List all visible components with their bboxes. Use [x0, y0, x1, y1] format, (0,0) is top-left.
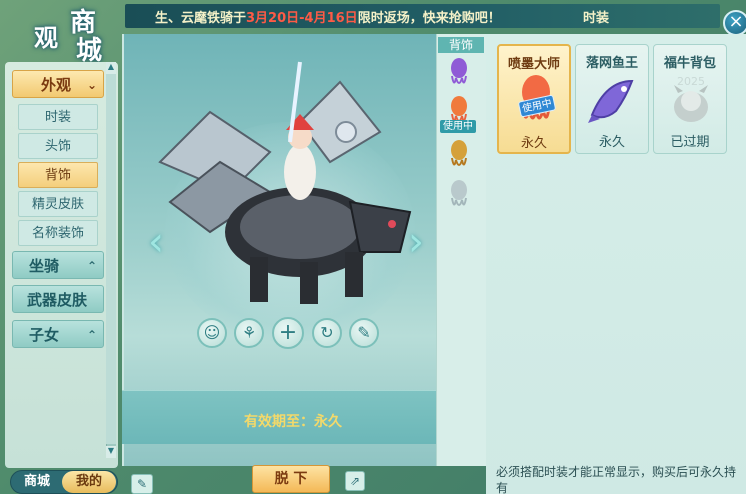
item-duration: 永久: [598, 135, 625, 150]
category-children-label: 子女: [29, 326, 60, 344]
character-icon[interactable]: ☺: [197, 318, 227, 348]
chevron-up-icon: ⌃: [86, 259, 97, 273]
category-children[interactable]: 子女 ⌃: [12, 320, 104, 348]
brush-icon[interactable]: ✎: [349, 318, 379, 348]
chevron-up-icon: ⌃: [86, 328, 97, 342]
close-button[interactable]: ×: [723, 10, 746, 36]
share-icon[interactable]: ⇗: [345, 471, 365, 491]
strip-item-gold-squid-icon[interactable]: [444, 138, 474, 172]
item-name: 落网鱼王: [585, 56, 638, 71]
shop-logo: 商 城 观: [14, 0, 124, 66]
logo-char-guan: 观: [34, 23, 58, 52]
announcement-part1: 生、云麾铁骑于: [155, 11, 247, 26]
category-appearance[interactable]: 外观 ⌄: [12, 70, 104, 98]
announcement-part2: 限时返场，快来抢购吧！: [357, 11, 501, 26]
strip-item-grey-squid-icon[interactable]: [444, 178, 474, 212]
scroll-up-icon[interactable]: ▲: [106, 62, 116, 74]
subcategory-name-decoration[interactable]: 名称装饰: [18, 220, 98, 246]
sidebar-scroll-thumb[interactable]: [106, 74, 116, 444]
category-weapon-skin-label: 武器皮肤: [27, 291, 88, 309]
scroll-down-icon[interactable]: ▼: [106, 446, 116, 458]
edit-icon[interactable]: ✎: [131, 474, 153, 494]
expiry-value: 永久: [314, 414, 342, 430]
expiry-label: 有效期至：: [244, 414, 314, 430]
item-name: 喷墨大师: [507, 57, 560, 72]
pose-icon[interactable]: ⚘: [234, 318, 264, 348]
announcement-bar: 生、云麾铁骑于3月20日-4月16日限时返场，快来抢购吧！ 时装: [125, 4, 720, 28]
ox-backpack-icon: 2025: [674, 75, 708, 122]
tab-shop[interactable]: 商城: [14, 472, 60, 492]
tab-mine[interactable]: 我的: [62, 471, 116, 493]
shop-window: 商 城 观 生、云麾铁骑于3月20日-4月16日限时返场，快来抢购吧！ 时装 ×…: [0, 0, 746, 494]
item-duration: 永久: [520, 136, 547, 151]
category-mount-label: 坐骑: [29, 257, 60, 275]
mount-character-model[interactable]: [150, 52, 420, 322]
item-duration: 已过期: [670, 135, 710, 150]
chevron-left-icon[interactable]: ‹: [148, 218, 170, 268]
item-card-fish-king[interactable]: 落网鱼王 永久: [575, 44, 649, 154]
announcement-date: 3月20日-4月16日: [246, 11, 358, 26]
subcategory-headwear[interactable]: 头饰: [18, 133, 98, 159]
item-name: 福牛背包: [663, 56, 716, 71]
close-icon: ×: [728, 11, 744, 32]
strip-item-squid-icon[interactable]: [444, 56, 474, 90]
usage-note: 必须搭配时装才能正常显示，购买后可永久持有: [496, 465, 737, 494]
chevron-right-icon[interactable]: ›: [408, 218, 430, 268]
rotate-icon[interactable]: ↻: [312, 318, 342, 348]
fish-icon: [588, 79, 634, 123]
item-card-lucky-ox-backpack[interactable]: 福牛背包 2025 已过期: [653, 44, 727, 154]
plus-icon[interactable]: +: [272, 317, 304, 349]
announcement-text: 生、云麾铁骑于3月20日-4月16日限时返场，快来抢购吧！: [155, 7, 501, 26]
item-card-ink-master[interactable]: 喷墨大师 使用中 永久: [497, 44, 571, 154]
in-use-badge: 使用中: [440, 120, 476, 133]
category-appearance-label: 外观: [41, 76, 72, 94]
strip-label: 背饰: [438, 37, 484, 53]
subcategory-spirit-skin[interactable]: 精灵皮肤: [18, 191, 98, 217]
chevron-down-icon: ⌄: [86, 78, 97, 92]
announcement-tail: 时装: [583, 11, 610, 26]
subcategory-fashion[interactable]: 时装: [18, 104, 98, 130]
subcategory-backwear[interactable]: 背饰: [18, 162, 98, 188]
category-mount[interactable]: 坐骑 ⌃: [12, 251, 104, 279]
year-mark: 2025: [677, 75, 705, 88]
category-weapon-skin[interactable]: 武器皮肤: [12, 285, 104, 313]
take-off-button[interactable]: 脱 下: [252, 465, 330, 493]
